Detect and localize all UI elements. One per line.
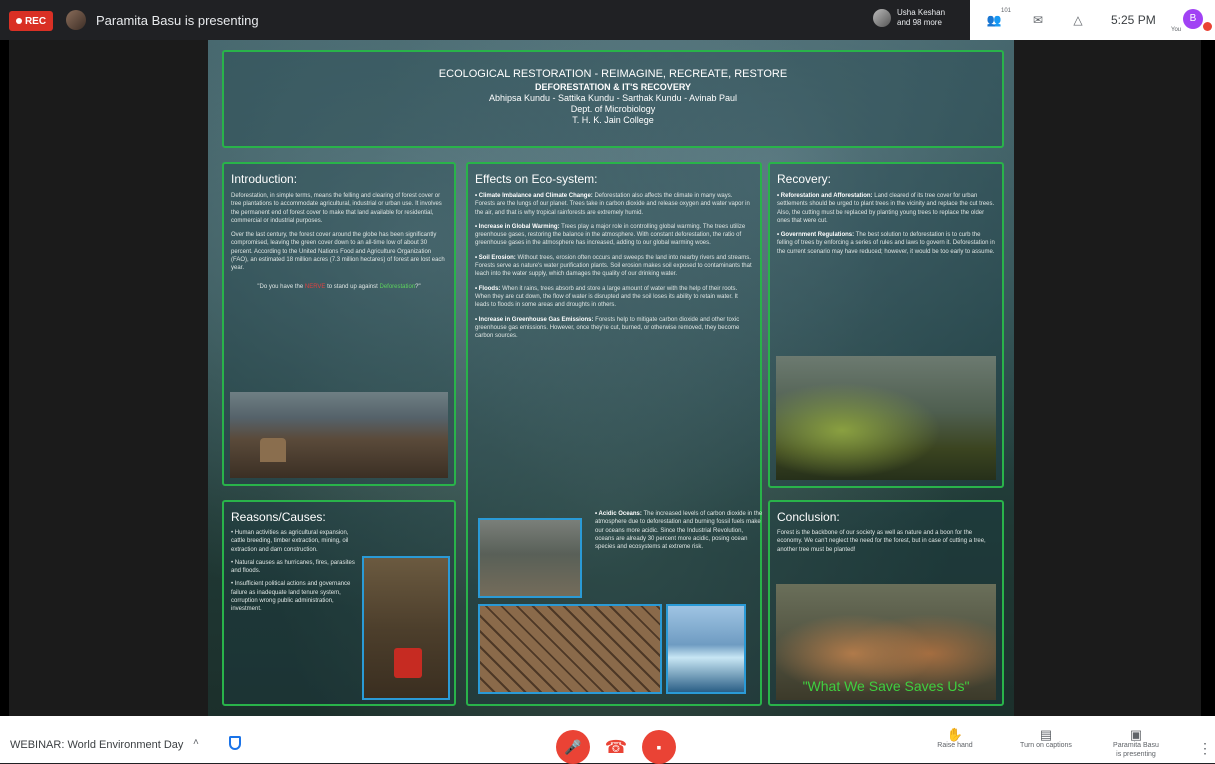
- meeting-title[interactable]: WEBINAR: World Environment Day: [10, 739, 183, 751]
- effects-section: Effects on Eco-system: • Climate Imbalan…: [466, 162, 762, 706]
- recording-badge: REC: [9, 11, 53, 31]
- introduction-heading: Introduction:: [231, 172, 298, 186]
- poster-authors: Abhipsa Kundu - Sattika Kundu - Sarthak …: [489, 93, 737, 103]
- poster-subtitle: DEFORESTATION & IT'S RECOVERY: [535, 82, 691, 92]
- chevron-up-icon[interactable]: ˄: [193, 737, 199, 748]
- conclusion-motto: "What We Save Saves Us": [802, 678, 970, 694]
- introduction-paragraph-1: Deforestation, in simple terms, means th…: [231, 193, 442, 224]
- participant-avatar: [873, 9, 891, 27]
- participant-names: Usha Keshan and 98 more: [897, 8, 946, 27]
- record-dot-icon: [15, 18, 22, 24]
- end-call-button[interactable]: ☎: [599, 730, 633, 764]
- poster-college: T. H. K. Jain College: [572, 115, 654, 125]
- presenter-status-text: Paramita Basu is presenting: [96, 13, 259, 28]
- poster-title: ECOLOGICAL RESTORATION - REIMAGINE, RECR…: [438, 68, 788, 80]
- presenting-label-2: is presenting: [1116, 751, 1156, 758]
- cracked-earth-image: [478, 604, 662, 694]
- captions-icon: ▤: [1039, 727, 1053, 742]
- reason-item: • Insufficient political actions and gov…: [231, 581, 351, 613]
- poster-slide: ECOLOGICAL RESTORATION - REIMAGINE, RECR…: [208, 40, 1014, 716]
- poster-header: ECOLOGICAL RESTORATION - REIMAGINE, RECR…: [222, 50, 1004, 148]
- camera-off-button[interactable]: ▪: [642, 730, 676, 764]
- forest-harvester-image: [362, 556, 450, 700]
- recording-label: REC: [24, 15, 47, 27]
- reason-item: • Human activities as agricultural expan…: [231, 530, 349, 553]
- sapling-image: [776, 356, 996, 480]
- participant-summary[interactable]: Usha Keshan and 98 more: [873, 8, 945, 28]
- present-icon: ▣: [1129, 727, 1143, 742]
- presenting-label-1: Paramita Basu: [1113, 742, 1159, 749]
- hands-soil-image: "What We Save Saves Us": [776, 584, 996, 700]
- flood-image: [478, 518, 582, 598]
- recovery-item: • Reforestation and Afforestation: Land …: [777, 193, 995, 224]
- clock-time: 5:25 PM: [1111, 13, 1156, 27]
- mic-off-button[interactable]: 🎤: [556, 730, 590, 764]
- captions-label: Turn on captions: [1020, 742, 1072, 749]
- reasons-section: Reasons/Causes: • Human activities as ag…: [222, 500, 456, 706]
- presenting-button[interactable]: ▣ Paramita Basu is presenting: [1104, 727, 1168, 759]
- tree-stump-image: [230, 392, 448, 478]
- effect-item: • Increase in Global Warming: Trees play…: [475, 223, 746, 247]
- people-count-badge: 101: [1001, 8, 1012, 14]
- conclusion-section: Conclusion: Forest is the backbone of ou…: [768, 500, 1004, 706]
- conclusion-body: Forest is the backbone of our society as…: [777, 530, 986, 553]
- camera-off-icon: ▪: [656, 739, 662, 755]
- notification-badge: [1203, 22, 1212, 31]
- reasons-heading: Reasons/Causes:: [231, 510, 326, 524]
- recovery-heading: Recovery:: [777, 172, 832, 186]
- harvester-machine-shape: [394, 648, 422, 678]
- left-letterbox: [9, 40, 208, 716]
- mic-off-icon: 🎤: [564, 738, 582, 755]
- hang-up-icon: ☎: [604, 736, 628, 757]
- effect-item: • Climate Imbalance and Climate Change: …: [475, 193, 750, 216]
- effect-item: • Floods: When it rains, trees absorb an…: [475, 285, 738, 309]
- introduction-paragraph-2: Over the last century, the forest cover …: [231, 232, 445, 272]
- more-options-icon[interactable]: ⋮: [1198, 740, 1212, 757]
- top-right-panel: [970, 0, 1215, 40]
- effect-item: • Acidic Oceans: The increased levels of…: [595, 511, 763, 551]
- poster-department: Dept. of Microbiology: [570, 104, 656, 114]
- effects-heading: Effects on Eco-system:: [475, 172, 598, 186]
- captions-button[interactable]: ▤ Turn on captions: [1010, 727, 1082, 750]
- recovery-section: Recovery: • Reforestation and Afforestat…: [768, 162, 1004, 488]
- raise-hand-label: Raise hand: [937, 742, 973, 749]
- recovery-item: • Government Regulations: The best solut…: [777, 232, 995, 255]
- conclusion-heading: Conclusion:: [777, 510, 840, 524]
- hand-icon: ✋: [946, 727, 964, 742]
- effect-item: • Soil Erosion: Without trees, erosion o…: [475, 254, 752, 278]
- introduction-quote: "Do you have the NERVE to stand up again…: [257, 283, 421, 290]
- meeting-controls-bar: WEBINAR: World Environment Day ˄ 🎤 ☎ ▪ ✋…: [0, 716, 1215, 764]
- user-avatar[interactable]: B: [1183, 9, 1203, 29]
- you-label: You: [1171, 27, 1182, 33]
- shield-icon[interactable]: [229, 736, 241, 750]
- right-letterbox: [1014, 40, 1201, 716]
- activities-icon[interactable]: △: [1069, 11, 1087, 29]
- chat-icon[interactable]: ✉: [1029, 11, 1047, 29]
- introduction-section: Introduction: Deforestation, in simple t…: [222, 162, 456, 486]
- effect-item: • Increase in Greenhouse Gas Emissions: …: [475, 316, 740, 340]
- melting-ice-image: [666, 604, 746, 694]
- reason-item: • Natural causes as hurricanes, fires, p…: [231, 559, 355, 575]
- raise-hand-button[interactable]: ✋ Raise hand: [933, 727, 977, 750]
- presenter-avatar: [66, 10, 86, 30]
